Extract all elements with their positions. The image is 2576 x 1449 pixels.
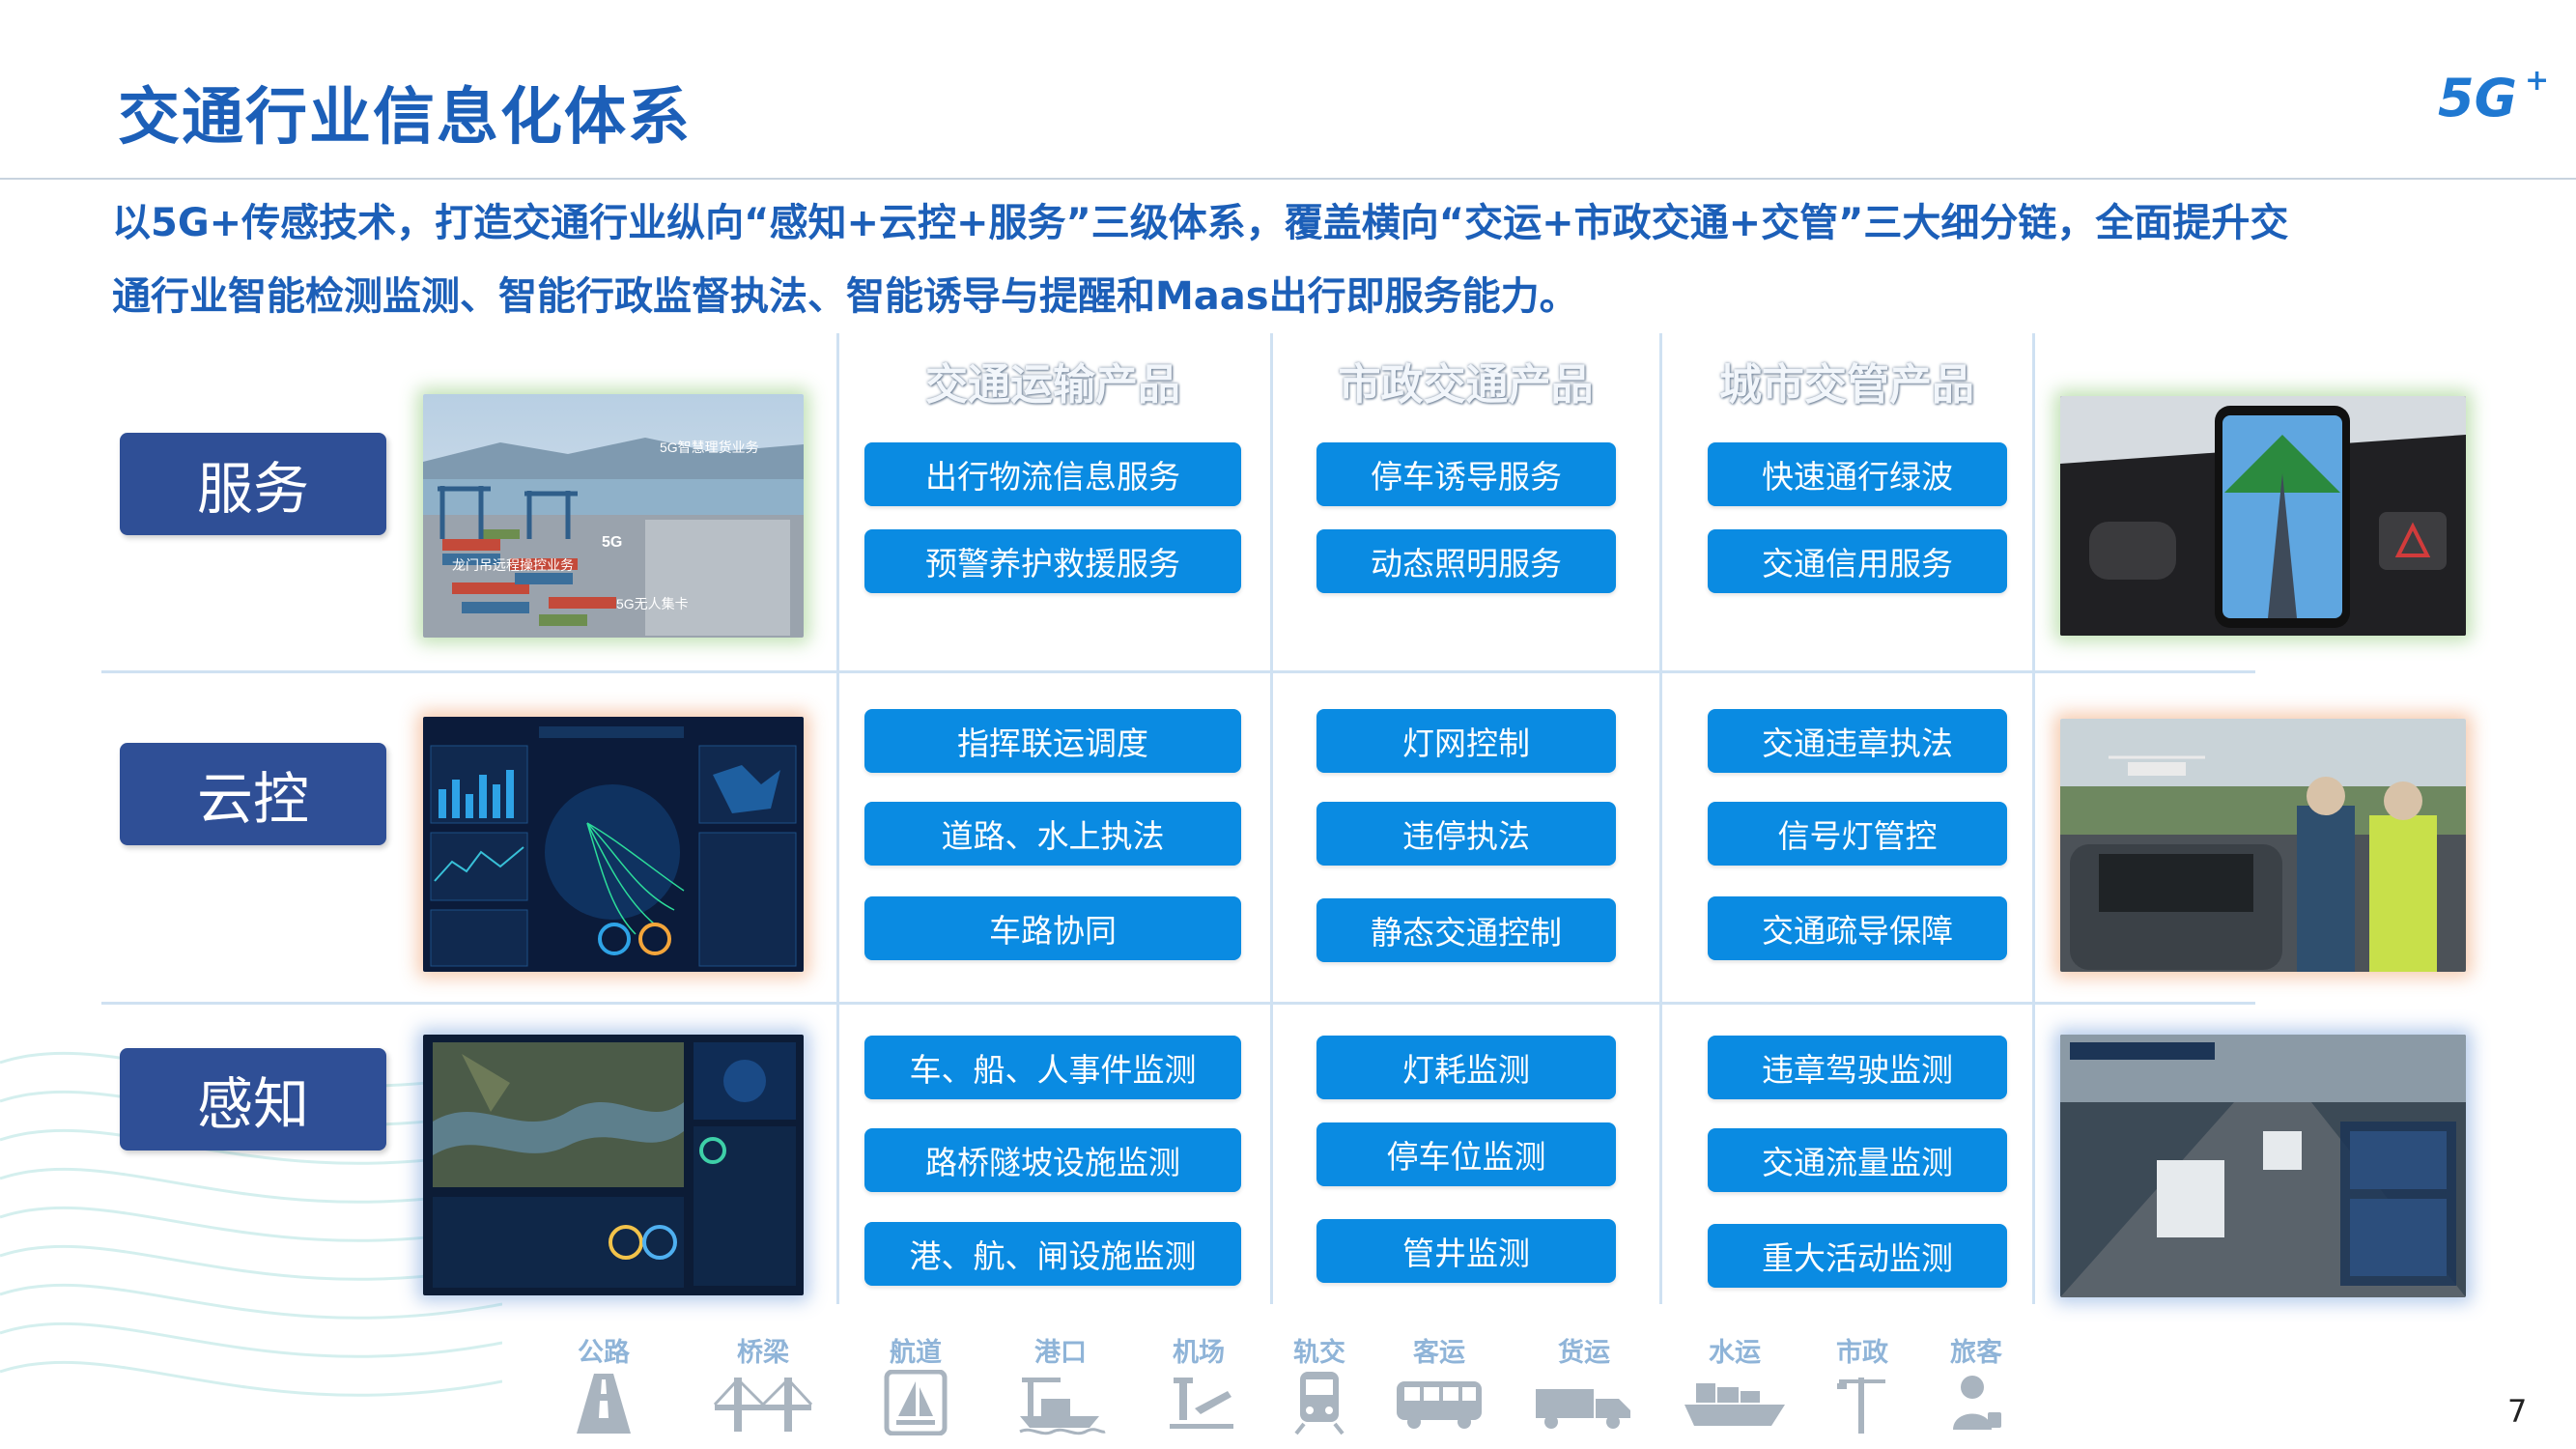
cloud-municipal-item-1: 灯网控制 xyxy=(1316,709,1616,773)
traffic-police-photo xyxy=(2060,719,2466,972)
perception-municipal-item-2: 停车位监测 xyxy=(1316,1122,1616,1186)
category-label-airport: 机场 xyxy=(1173,1338,1225,1368)
category-label-bridge: 桥梁 xyxy=(737,1338,789,1368)
service-municipal-item-1: 停车诱导服务 xyxy=(1316,442,1616,506)
intro-line-2: 通行业智能检测监测、智能行政监督执法、智能诱导与提醒和Maas出行即服务能力。 xyxy=(112,274,1578,319)
service-municipal-item-2: 动态照明服务 xyxy=(1316,529,1616,593)
row-label-perception: 感知 xyxy=(120,1048,386,1151)
perception-police-item-2: 交通流量监测 xyxy=(1708,1128,2007,1192)
airport-icon xyxy=(1170,1378,1233,1429)
intro-line-1: 以5G+传感技术，打造交通行业纵向“感知+云控+服务”三级体系，覆盖横向“交运+… xyxy=(112,201,2289,245)
cloud-police-item-1: 交通违章执法 xyxy=(1708,709,2007,773)
cloud-transport-item-2: 道路、水上执法 xyxy=(864,802,1241,866)
grid-line-h2 xyxy=(101,1002,2255,1005)
grid-line-v2 xyxy=(1270,333,1273,1304)
page-title: 交通行业信息化体系 xyxy=(118,82,692,154)
service-police-item-2: 交通信用服务 xyxy=(1708,529,2007,593)
service-police-item-1: 快速通行绿波 xyxy=(1708,442,2007,506)
category-label-passenger-transport: 客运 xyxy=(1413,1338,1465,1368)
category-label-municipal: 市政 xyxy=(1836,1338,1888,1368)
port-icon xyxy=(1019,1378,1106,1435)
highway-monitoring-photo xyxy=(2060,1035,2466,1297)
perception-police-item-1: 违章驾驶监测 xyxy=(1708,1036,2007,1099)
column-header-police: 城市交管产品 xyxy=(1719,360,1974,410)
5g-logo: 5G + xyxy=(2438,64,2550,131)
port-caption-1: 5G智慧理货业务 xyxy=(660,440,759,455)
intro-paragraph: 以5G+传感技术，打造交通行业纵向“感知+云控+服务”三级体系，覆盖横向“交运+… xyxy=(112,186,2469,333)
cloud-police-item-2: 信号灯管控 xyxy=(1708,802,2007,866)
train-icon xyxy=(1294,1372,1345,1435)
category-label-water-transport: 水运 xyxy=(1709,1338,1761,1368)
logo-text: 5G xyxy=(2438,68,2517,128)
header-divider xyxy=(0,178,2576,180)
category-label-rail: 轨交 xyxy=(1293,1338,1345,1368)
bridge-icon xyxy=(713,1378,813,1432)
perception-municipal-item-1: 灯耗监测 xyxy=(1316,1036,1616,1099)
map-dashboard-screenshot xyxy=(423,1035,804,1295)
category-label-road: 公路 xyxy=(578,1338,630,1368)
page-number: 7 xyxy=(2507,1393,2528,1430)
port-caption-4: 5G无人集卡 xyxy=(616,596,689,611)
cloud-municipal-item-3: 静态交通控制 xyxy=(1316,898,1616,962)
port-caption-3: 龙门吊远程操控业务 xyxy=(452,557,574,573)
truck-icon xyxy=(1536,1389,1630,1429)
category-label-waterway: 航道 xyxy=(890,1338,942,1368)
perception-police-item-3: 重大活动监测 xyxy=(1708,1224,2007,1288)
passenger-icon xyxy=(1953,1376,2001,1430)
column-header-municipal: 市政交通产品 xyxy=(1338,360,1594,410)
port-photo: 5G智慧理货业务 5G 龙门吊远程操控业务 5G无人集卡 xyxy=(423,394,804,638)
port-caption-2: 5G xyxy=(602,534,622,551)
perception-transport-item-1: 车、船、人事件监测 xyxy=(864,1036,1241,1099)
dashboard-screenshot xyxy=(423,717,804,972)
grid-line-v4 xyxy=(2032,333,2035,1304)
cloud-transport-item-1: 指挥联运调度 xyxy=(864,709,1241,773)
cloud-municipal-item-2: 违停执法 xyxy=(1316,802,1616,866)
cloud-transport-item-3: 车路协同 xyxy=(864,896,1241,960)
perception-transport-item-3: 港、航、闸设施监测 xyxy=(864,1222,1241,1286)
perception-transport-item-2: 路桥隧坡设施监测 xyxy=(864,1128,1241,1192)
category-label-port: 港口 xyxy=(1034,1338,1087,1368)
grid-line-v3 xyxy=(1659,333,1662,1304)
perception-municipal-item-3: 管井监测 xyxy=(1316,1219,1616,1283)
service-transport-item-1: 出行物流信息服务 xyxy=(864,442,1241,506)
service-transport-item-2: 预警养护救援服务 xyxy=(864,529,1241,593)
ship-icon xyxy=(1684,1383,1785,1426)
column-header-transport: 交通运输产品 xyxy=(925,360,1180,410)
grid-line-v1 xyxy=(836,333,839,1304)
car-navigation-photo xyxy=(2060,396,2466,636)
cloud-police-item-3: 交通疏导保障 xyxy=(1708,896,2007,960)
bus-icon xyxy=(1397,1381,1482,1429)
row-label-service: 服务 xyxy=(120,433,386,535)
grid-line-h1 xyxy=(101,670,2255,673)
category-label-traveler: 旅客 xyxy=(1950,1338,2002,1368)
sail-icon xyxy=(884,1370,948,1435)
road-icon xyxy=(577,1374,631,1434)
category-label-freight: 货运 xyxy=(1558,1338,1610,1368)
logo-plus: + xyxy=(2525,64,2550,98)
streetlight-icon xyxy=(1837,1378,1885,1434)
row-label-cloud-control: 云控 xyxy=(120,743,386,845)
